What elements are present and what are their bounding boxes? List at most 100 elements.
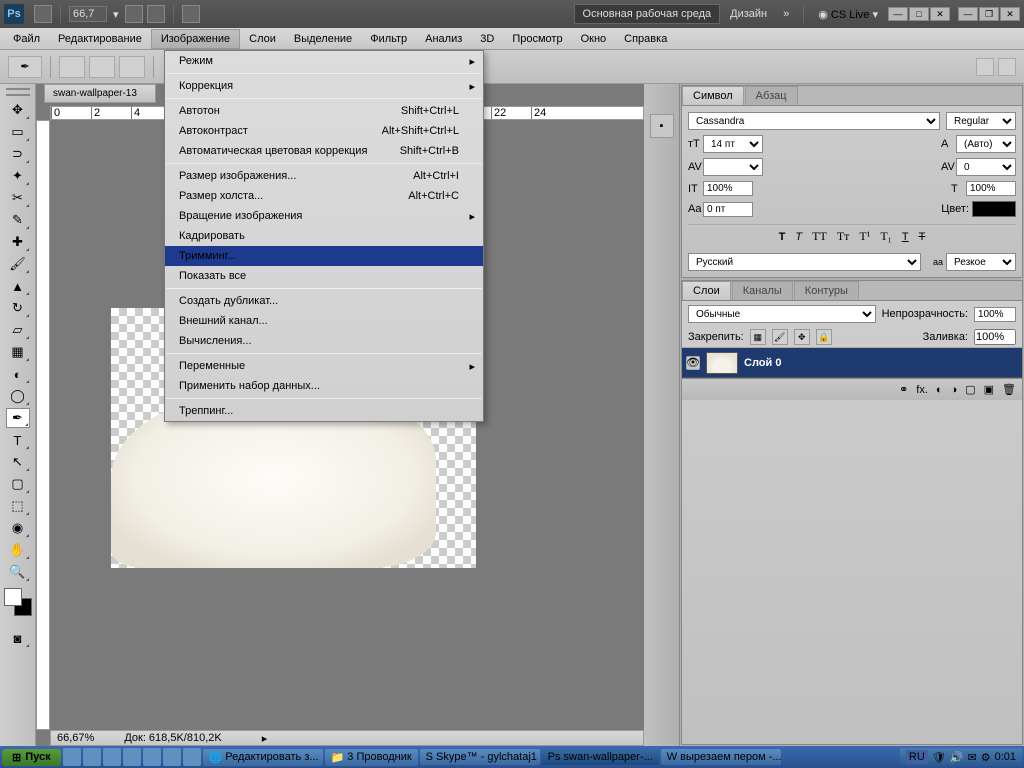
collapse-icon[interactable]: [6, 88, 30, 96]
opt-icon-a[interactable]: [976, 58, 994, 76]
opt-icon-b[interactable]: [998, 58, 1016, 76]
menu-edit[interactable]: Редактирование: [49, 30, 151, 48]
tray-icon[interactable]: ✉: [967, 751, 976, 764]
doc-close-icon[interactable]: ✕: [1000, 7, 1020, 21]
menu-rotate[interactable]: Вращение изображения▸: [165, 206, 483, 226]
lang-indicator[interactable]: RU: [906, 750, 928, 764]
menu-canvassize[interactable]: Размер холста...Alt+Ctrl+C: [165, 186, 483, 206]
system-tray[interactable]: RU 🛡 🔊 ✉ ⚙ 0:01: [900, 748, 1022, 766]
eyedropper-tool[interactable]: ✎: [6, 210, 30, 230]
tray-icon[interactable]: 🔊: [950, 751, 964, 764]
text-color-swatch[interactable]: [972, 201, 1016, 217]
strike-icon[interactable]: T: [919, 229, 926, 244]
new-layer-icon[interactable]: ▣: [984, 383, 994, 396]
menu-variables[interactable]: Переменные▸: [165, 356, 483, 376]
doc-minimize-icon[interactable]: —: [958, 7, 978, 21]
lock-transparency-icon[interactable]: ▦: [750, 329, 766, 345]
superscript-icon[interactable]: T¹: [859, 229, 870, 244]
opacity-input[interactable]: [974, 307, 1016, 322]
adjustment-icon[interactable]: ◑: [951, 384, 958, 396]
collapsed-panel-strip[interactable]: ▪: [644, 84, 680, 746]
layer-thumbnail[interactable]: [706, 352, 738, 374]
task-chrome[interactable]: 🌐Редактировать з...: [203, 749, 323, 766]
italic-icon[interactable]: T: [795, 229, 802, 244]
gradient-tool[interactable]: ▦: [6, 342, 30, 362]
more-workspaces-icon[interactable]: »: [777, 8, 795, 20]
clock[interactable]: 0:01: [995, 751, 1016, 763]
menu-imagesize[interactable]: Размер изображения...Alt+Ctrl+I: [165, 166, 483, 186]
lasso-tool[interactable]: ⊃: [6, 144, 30, 164]
maximize-icon[interactable]: □: [909, 7, 929, 21]
allcaps-icon[interactable]: TT: [812, 229, 827, 244]
quicklaunch-icon[interactable]: [103, 748, 121, 766]
font-style-select[interactable]: Regular: [946, 112, 1016, 130]
healing-tool[interactable]: ✚: [6, 232, 30, 252]
zoom-input[interactable]: [69, 6, 107, 22]
menu-calculations[interactable]: Вычисления...: [165, 331, 483, 351]
quicklaunch-icon[interactable]: [163, 748, 181, 766]
blend-mode-select[interactable]: Обычные: [688, 305, 876, 323]
menu-layers[interactable]: Слои: [240, 30, 285, 48]
shape-tool[interactable]: ▢: [6, 474, 30, 494]
extras-icon[interactable]: [182, 5, 200, 23]
menu-autocolor[interactable]: Автоматическая цветовая коррекцияShift+C…: [165, 141, 483, 161]
trash-icon[interactable]: 🗑: [1002, 383, 1016, 396]
start-button[interactable]: ⊞Пуск: [2, 749, 61, 766]
bridge-icon[interactable]: [34, 5, 52, 23]
3d-tool[interactable]: ⬚: [6, 496, 30, 516]
move-tool[interactable]: ✥: [6, 100, 30, 120]
underline-icon[interactable]: T: [902, 229, 909, 244]
design-workspace[interactable]: Дизайн: [724, 8, 773, 20]
fx-icon[interactable]: fx.: [916, 384, 928, 396]
doc-restore-icon[interactable]: ❐: [979, 7, 999, 21]
path-mode-icon[interactable]: [59, 56, 85, 78]
lock-all-icon[interactable]: 🔒: [816, 329, 832, 345]
layer-row[interactable]: 👁 Слой 0: [682, 348, 1022, 378]
tab-layers[interactable]: Слои: [682, 281, 731, 300]
font-family-select[interactable]: Cassandra: [688, 112, 940, 130]
quickmask-tool[interactable]: ◙: [6, 628, 30, 648]
wand-tool[interactable]: ✦: [6, 166, 30, 186]
quicklaunch-icon[interactable]: [83, 748, 101, 766]
tab-character[interactable]: Символ: [682, 86, 744, 105]
hand-tool[interactable]: ✋: [6, 540, 30, 560]
menu-3d[interactable]: 3D: [471, 30, 503, 48]
menu-analysis[interactable]: Анализ: [416, 30, 471, 48]
zoom-tool[interactable]: 🔍: [6, 562, 30, 582]
link-icon[interactable]: ⚭: [899, 383, 908, 396]
lock-position-icon[interactable]: ✥: [794, 329, 810, 345]
lock-pixels-icon[interactable]: 🖌: [772, 329, 788, 345]
shape-mode-icon[interactable]: [89, 56, 115, 78]
history-brush-tool[interactable]: ↻: [6, 298, 30, 318]
pen-tool[interactable]: ✒: [6, 408, 30, 428]
menu-autocontrast[interactable]: АвтоконтрастAlt+Shift+Ctrl+L: [165, 121, 483, 141]
tracking-select[interactable]: 0: [956, 158, 1016, 176]
brush-tool[interactable]: 🖌: [6, 254, 30, 274]
crop-tool[interactable]: ✂: [6, 188, 30, 208]
smallcaps-icon[interactable]: Tᴛ: [837, 229, 850, 244]
document-tab[interactable]: swan-wallpaper-13: [44, 84, 156, 103]
menu-applyimage[interactable]: Внешний канал...: [165, 311, 483, 331]
arrange-icon[interactable]: [125, 5, 143, 23]
hscale-input[interactable]: [966, 181, 1016, 196]
fg-color-swatch[interactable]: [4, 588, 22, 606]
fill-mode-icon[interactable]: [119, 56, 145, 78]
vscale-input[interactable]: [703, 181, 753, 196]
menu-adjustments[interactable]: Коррекция▸: [165, 76, 483, 96]
menu-file[interactable]: Файл: [4, 30, 49, 48]
marquee-tool[interactable]: ▭: [6, 122, 30, 142]
fill-input[interactable]: [974, 329, 1016, 345]
visibility-icon[interactable]: 👁: [686, 356, 700, 370]
menu-window[interactable]: Окно: [572, 30, 616, 48]
menu-filter[interactable]: Фильтр: [361, 30, 416, 48]
blur-tool[interactable]: ◐: [6, 364, 30, 384]
menu-duplicate[interactable]: Создать дубликат...: [165, 291, 483, 311]
menu-image[interactable]: Изображение: [151, 29, 240, 49]
menu-view[interactable]: Просмотр: [503, 30, 571, 48]
task-explorer[interactable]: 📁3 Проводник: [325, 749, 418, 766]
menu-help[interactable]: Справка: [615, 30, 676, 48]
language-select[interactable]: Русский: [688, 253, 921, 271]
3d-camera-tool[interactable]: ◉: [6, 518, 30, 538]
layer-name[interactable]: Слой 0: [744, 357, 781, 369]
type-tool[interactable]: T: [6, 430, 30, 450]
